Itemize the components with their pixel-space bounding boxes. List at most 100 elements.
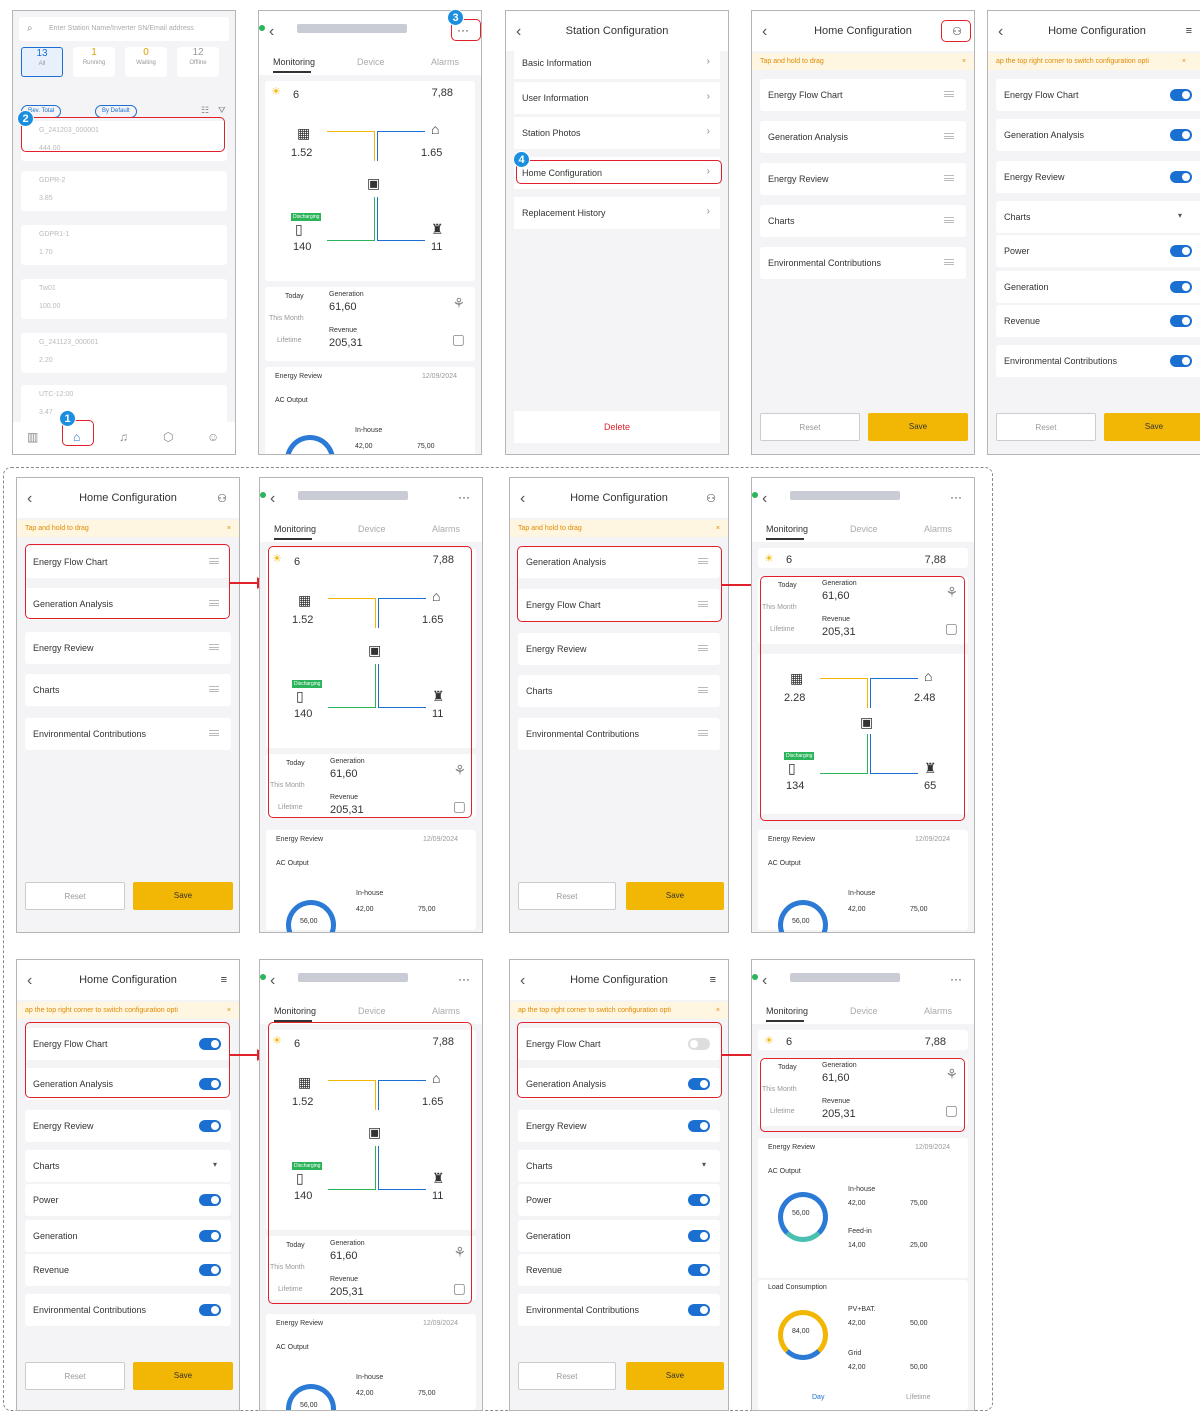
toggle-switch[interactable] (688, 1120, 710, 1132)
station-item[interactable]: Tw01 100.00 (21, 279, 227, 319)
box-icon[interactable]: ⬡ (163, 430, 173, 444)
toggle-switch[interactable] (199, 1194, 221, 1206)
toggle-switch[interactable] (1170, 171, 1192, 183)
toggle-switch[interactable] (199, 1120, 221, 1132)
toggle-switch[interactable] (199, 1304, 221, 1316)
stat-offline[interactable]: 12 Offline (177, 47, 219, 77)
menu-user-information[interactable]: User Information › (514, 82, 720, 114)
save-button[interactable]: Save (868, 413, 968, 441)
menu-station-photos[interactable]: Station Photos › (514, 117, 720, 149)
switch-mode-icon[interactable]: ≡ (221, 974, 227, 986)
config-item[interactable]: Environmental Contributions (760, 247, 966, 279)
tab-monitoring[interactable]: Monitoring (274, 1006, 316, 1016)
search-input[interactable]: Enter Station Name/Inverter SN/Email add… (19, 17, 229, 41)
tab-monitoring[interactable]: Monitoring (274, 524, 316, 534)
station-item[interactable]: G_241123_000001 2.20 (21, 333, 227, 373)
back-icon[interactable]: ‹ (762, 490, 767, 508)
back-icon[interactable]: ‹ (762, 972, 767, 990)
config-item[interactable]: Energy Review (760, 163, 966, 195)
tab-lifetime[interactable]: Lifetime (906, 1394, 931, 1401)
toggle-switch[interactable] (199, 1230, 221, 1242)
chart-icon[interactable]: ▥ (27, 430, 38, 444)
stat-all[interactable]: 13 All (21, 47, 63, 77)
back-icon[interactable]: ‹ (270, 490, 275, 508)
chevron-down-icon[interactable]: ▾ (1178, 211, 1182, 220)
config-toggle-item[interactable]: Energy Review (996, 161, 1200, 193)
stat-running[interactable]: 1 Running (73, 47, 115, 77)
tab-monitoring[interactable]: Monitoring (273, 57, 315, 67)
config-toggle-item[interactable]: Environmental Contributions (518, 1294, 720, 1326)
chevron-down-icon[interactable]: ▾ (213, 1160, 217, 1169)
tab-alarms[interactable]: Alarms (432, 1006, 460, 1016)
config-toggle-item[interactable]: Revenue (25, 1254, 231, 1286)
more-icon[interactable]: ··· (950, 972, 962, 986)
switch-mode-icon[interactable]: ⚇ (706, 492, 716, 505)
tab-device[interactable]: Device (357, 57, 385, 67)
tab-monitoring[interactable]: Monitoring (766, 1006, 808, 1016)
toggle-switch[interactable] (1170, 355, 1192, 367)
config-item[interactable]: Energy Review (518, 633, 720, 665)
switch-mode-icon[interactable]: ⚇ (217, 492, 227, 505)
config-toggle-item[interactable]: Power (25, 1184, 231, 1216)
config-toggle-item[interactable]: Environmental Contributions (25, 1294, 231, 1326)
station-item[interactable]: GDPR1-1 1.70 (21, 225, 227, 265)
save-button[interactable]: Save (133, 882, 233, 910)
more-icon[interactable]: ··· (950, 490, 962, 504)
grid-view-icon[interactable]: ☷ (201, 105, 209, 116)
config-item[interactable]: Environmental Contributions (25, 718, 231, 750)
toggle-switch[interactable] (688, 1230, 710, 1242)
toggle-switch[interactable] (688, 1194, 710, 1206)
toggle-switch[interactable] (688, 1304, 710, 1316)
config-toggle-item[interactable]: Revenue (996, 305, 1200, 337)
config-toggle-item[interactable]: Energy Review (25, 1110, 231, 1142)
config-toggle-item[interactable]: Charts ▾ (996, 201, 1200, 233)
chevron-down-icon[interactable]: ▾ (702, 1160, 706, 1169)
toggle-switch[interactable] (1170, 281, 1192, 293)
save-button[interactable]: Save (626, 882, 724, 910)
back-icon[interactable]: ‹ (270, 972, 275, 990)
tab-alarms[interactable]: Alarms (432, 524, 460, 534)
tab-alarms[interactable]: Alarms (431, 57, 459, 67)
filter-icon[interactable]: ⛛ (218, 105, 226, 116)
reset-button[interactable]: Reset (25, 1362, 125, 1390)
config-item[interactable]: Environmental Contributions (518, 718, 720, 750)
reset-button[interactable]: Reset (518, 882, 616, 910)
reset-button[interactable]: Reset (996, 413, 1096, 441)
more-icon[interactable]: ··· (458, 490, 470, 504)
config-toggle-item[interactable]: Generation Analysis (996, 119, 1200, 151)
toggle-switch[interactable] (1170, 245, 1192, 257)
switch-mode-icon[interactable]: ≡ (710, 974, 716, 986)
config-toggle-item[interactable]: Generation (25, 1220, 231, 1252)
toggle-switch[interactable] (688, 1264, 710, 1276)
stat-waiting[interactable]: 0 Waiting (125, 47, 167, 77)
config-item[interactable]: Charts (518, 675, 720, 707)
menu-replacement-history[interactable]: Replacement History › (514, 197, 720, 229)
reset-button[interactable]: Reset (518, 1362, 616, 1390)
user-icon[interactable]: ☺ (207, 430, 219, 444)
config-item[interactable]: Generation Analysis (760, 121, 966, 153)
config-toggle-item[interactable]: Charts ▾ (25, 1150, 231, 1182)
config-toggle-item[interactable]: Energy Flow Chart (996, 79, 1200, 111)
menu-basic-information[interactable]: Basic Information › (514, 47, 720, 79)
config-toggle-item[interactable]: Environmental Contributions (996, 345, 1200, 377)
more-icon[interactable]: ··· (458, 972, 470, 986)
config-toggle-item[interactable]: Revenue (518, 1254, 720, 1286)
station-item[interactable]: GDPR-2 3.85 (21, 171, 227, 211)
toggle-switch[interactable] (1170, 129, 1192, 141)
config-toggle-item[interactable]: Charts ▾ (518, 1150, 720, 1182)
config-toggle-item[interactable]: Generation (996, 271, 1200, 303)
station-item[interactable]: UTC-12:00 3.47 (21, 385, 227, 425)
config-toggle-item[interactable]: Generation (518, 1220, 720, 1252)
save-button[interactable]: Save (133, 1362, 233, 1390)
back-icon[interactable]: ‹ (269, 23, 274, 41)
tab-monitoring[interactable]: Monitoring (766, 524, 808, 534)
tab-alarms[interactable]: Alarms (924, 524, 952, 534)
save-button[interactable]: Save (626, 1362, 724, 1390)
reset-button[interactable]: Reset (760, 413, 860, 441)
tab-day[interactable]: Day (812, 1394, 824, 1401)
tab-device[interactable]: Device (850, 524, 878, 534)
delete-button[interactable]: Delete (514, 411, 720, 443)
config-toggle-item[interactable]: Power (996, 235, 1200, 267)
toggle-switch[interactable] (1170, 89, 1192, 101)
switch-mode-icon[interactable]: ≡ (1186, 25, 1192, 37)
